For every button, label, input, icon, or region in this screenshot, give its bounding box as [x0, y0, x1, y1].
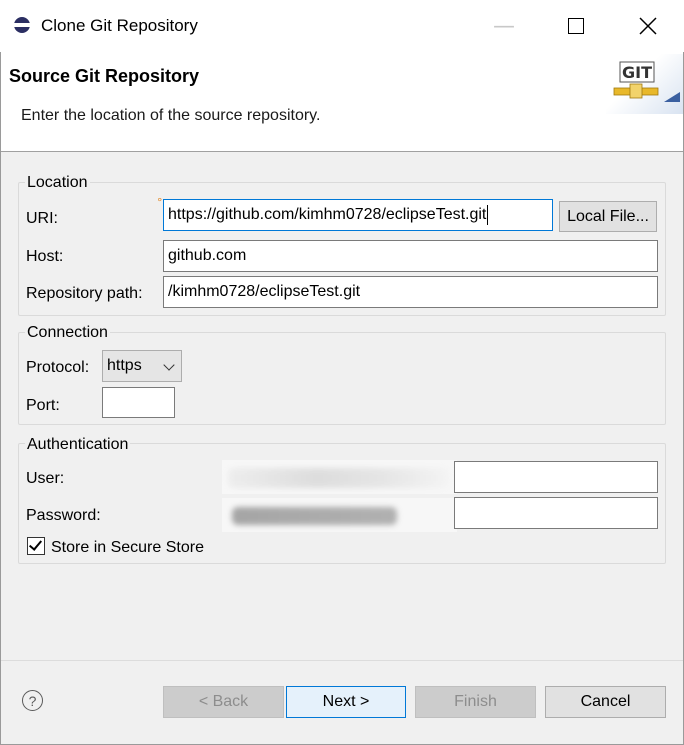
connection-group-label: Connection [25, 324, 110, 342]
next-button[interactable]: Next > [286, 686, 406, 718]
authentication-group-label: Authentication [25, 436, 131, 454]
help-icon[interactable]: ? [22, 690, 43, 711]
location-group-label: Location [25, 174, 90, 192]
host-label: Host: [26, 248, 64, 265]
maximize-icon [568, 18, 584, 34]
protocol-label: Protocol: [26, 359, 90, 376]
repository-path-input[interactable]: /kimhm0728/eclipseTest.git [163, 276, 658, 308]
maximize-button[interactable] [540, 0, 612, 52]
store-secure-label: Store in Secure Store [51, 539, 204, 556]
protocol-select[interactable]: https [102, 350, 182, 382]
footer-separator [1, 660, 683, 661]
uri-input-value: https://github.com/kimhm0728/eclipseTest… [168, 206, 487, 223]
finish-button[interactable]: Finish [415, 686, 536, 718]
uri-input[interactable]: https://github.com/kimhm0728/eclipseTest… [163, 199, 553, 231]
eclipse-icon-band [11, 23, 33, 27]
minimize-icon: — [493, 13, 515, 39]
close-button[interactable] [612, 0, 684, 52]
password-input[interactable] [454, 497, 658, 529]
git-logo-icon: GIT [613, 61, 680, 102]
user-redaction-blur [228, 468, 450, 488]
user-label: User: [26, 470, 65, 487]
repository-path-label: Repository path: [26, 285, 143, 302]
page-description: Enter the location of the source reposit… [21, 107, 321, 124]
protocol-select-value: https [107, 357, 142, 374]
port-input[interactable] [102, 387, 175, 418]
cancel-button[interactable]: Cancel [545, 686, 666, 718]
close-icon [639, 17, 657, 35]
chevron-down-icon [163, 359, 175, 371]
password-redaction-blur [232, 507, 397, 525]
page-title: Source Git Repository [9, 66, 200, 86]
password-label: Password: [26, 507, 101, 524]
store-secure-checkbox[interactable] [27, 537, 45, 555]
checkmark-icon [28, 537, 43, 551]
port-label: Port: [26, 397, 60, 414]
host-input[interactable]: github.com [163, 240, 658, 272]
window-title: Clone Git Repository [41, 16, 198, 35]
minimize-button[interactable]: — [468, 0, 540, 52]
text-caret [487, 204, 489, 225]
back-button[interactable]: < Back [163, 686, 284, 718]
git-logo-text: GIT [622, 63, 652, 82]
local-file-button[interactable]: Local File... [559, 201, 657, 232]
user-input[interactable] [454, 461, 658, 493]
uri-label: URI: [26, 210, 58, 227]
required-marker-icon: ° [157, 196, 163, 209]
